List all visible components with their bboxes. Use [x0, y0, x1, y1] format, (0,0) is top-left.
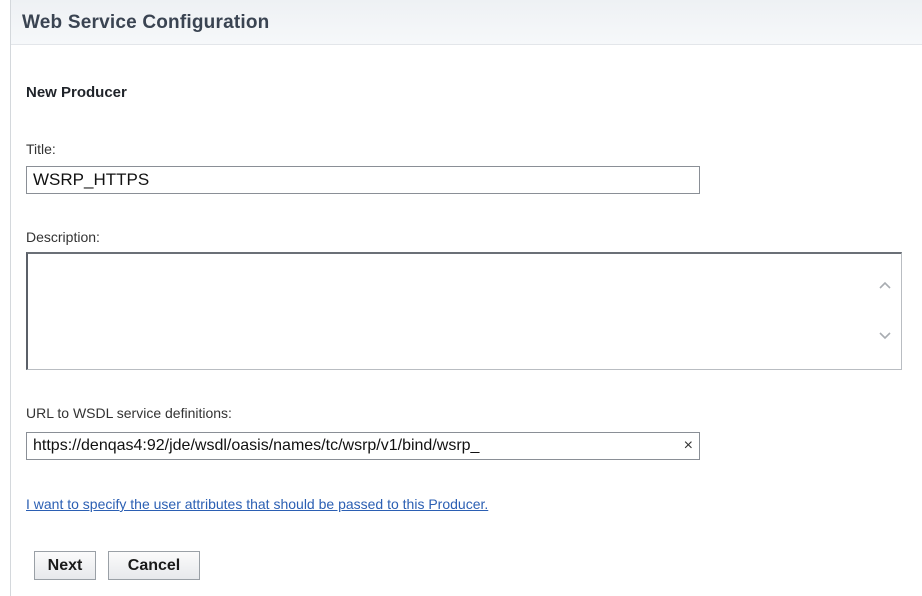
title-input[interactable]: WSRP_HTTPS [26, 166, 700, 194]
clear-icon[interactable]: × [684, 436, 693, 456]
description-textarea[interactable] [26, 252, 902, 370]
section-title: New Producer [26, 84, 127, 101]
wsdl-url-input[interactable]: https://denqas4:92/jde/wsdl/oasis/names/… [26, 432, 700, 460]
cancel-button[interactable]: Cancel [108, 551, 200, 580]
panel-header: Web Service Configuration [11, 0, 922, 45]
description-label: Description: [26, 229, 100, 245]
user-attributes-link[interactable]: I want to specify the user attributes th… [26, 496, 488, 512]
wsdl-url-value: https://denqas4:92/jde/wsdl/oasis/names/… [33, 437, 480, 454]
chevron-up-icon[interactable] [877, 278, 893, 292]
chevron-down-icon[interactable] [877, 329, 893, 343]
page-title: Web Service Configuration [22, 12, 270, 33]
url-label: URL to WSDL service definitions: [26, 405, 232, 421]
panel-border [10, 0, 11, 596]
next-button[interactable]: Next [34, 551, 96, 580]
title-label: Title: [26, 141, 56, 157]
